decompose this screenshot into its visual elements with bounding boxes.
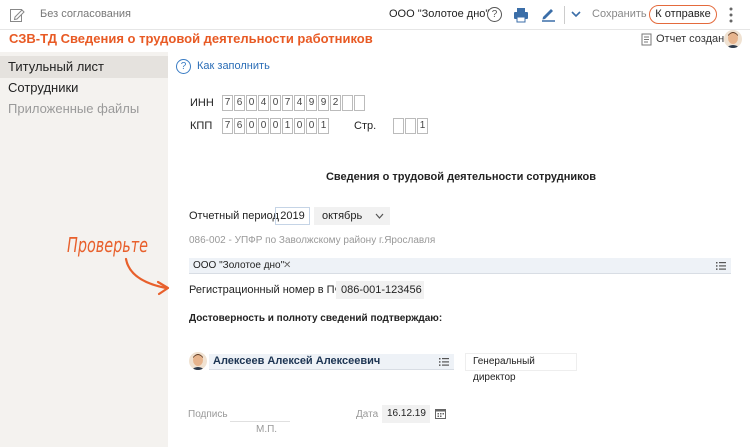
digit-cell[interactable] [405, 118, 416, 134]
period-month-select[interactable]: октябрь [314, 207, 390, 225]
list-menu-icon[interactable] [716, 262, 726, 270]
signature-icon[interactable] [540, 6, 556, 22]
digit-cell[interactable]: 0 [270, 118, 281, 134]
digit-cell[interactable]: 0 [246, 95, 257, 111]
date-input[interactable]: 16.12.19 [382, 405, 430, 423]
section-heading: Сведения о трудовой деятельности сотрудн… [325, 171, 596, 183]
edit-document-icon[interactable] [9, 7, 25, 23]
annotation-arrow [124, 257, 170, 296]
signer-avatar [189, 352, 207, 370]
chevron-down-icon[interactable] [570, 8, 582, 20]
more-options-icon[interactable] [729, 6, 733, 24]
kpp-label: КПП [190, 120, 213, 132]
digit-cell[interactable]: 0 [258, 118, 269, 134]
digit-cell[interactable]: 0 [246, 118, 257, 134]
how-to-fill-label: Как заполнить [197, 60, 270, 72]
digit-cell[interactable]: 0 [294, 118, 305, 134]
report-document-icon [641, 33, 652, 46]
digit-cell[interactable]: 7 [222, 95, 233, 111]
period-year-input[interactable]: 2019 [275, 207, 310, 225]
attestation-label: Достоверность и полноту сведений подтвер… [189, 313, 443, 324]
organization-field[interactable]: ООО "Золотое дно" ✕ [189, 258, 731, 274]
digit-cell[interactable]: 7 [222, 118, 233, 134]
period-month-value: октябрь [322, 210, 363, 222]
pfr-regnum-input[interactable]: 086-001-123456 [336, 281, 424, 299]
digit-cell[interactable]: 4 [258, 95, 269, 111]
digit-cell[interactable]: 1 [282, 118, 293, 134]
signature-label: Подпись [188, 409, 228, 420]
annotation-label: Проверьте [67, 233, 148, 257]
digit-cell[interactable] [354, 95, 365, 111]
chevron-down-icon [375, 213, 384, 219]
remove-organization-icon[interactable]: ✕ [283, 260, 291, 271]
digit-cell[interactable]: 1 [318, 118, 329, 134]
page-number-field[interactable]: 1 [393, 118, 429, 134]
digit-cell[interactable]: 9 [306, 95, 317, 111]
sidebar-item-attached-files[interactable]: Приложенные файлы [0, 98, 168, 120]
report-status: Отчет создан [656, 33, 725, 45]
user-avatar[interactable] [724, 30, 742, 48]
digit-cell[interactable]: 4 [294, 95, 305, 111]
list-menu-icon[interactable] [439, 358, 449, 366]
digit-cell[interactable] [393, 118, 404, 134]
signature-line [230, 421, 290, 422]
pfr-office[interactable]: 086-002 - УПФР по Заволжскому району г.Я… [189, 235, 435, 246]
form-content: ? Как заполнить ИНН 7604074992 КПП 76000… [168, 52, 750, 447]
digit-cell[interactable]: 1 [417, 118, 428, 134]
digit-cell[interactable]: 0 [306, 118, 317, 134]
page-number-label: Стр. [354, 120, 377, 132]
reporting-period-label: Отчетный период [189, 210, 279, 222]
help-icon[interactable]: ? [487, 7, 502, 22]
sidebar-item-employees[interactable]: Сотрудники [0, 77, 168, 99]
send-button[interactable]: К отправке [649, 5, 717, 24]
inn-field[interactable]: 7604074992 [222, 95, 366, 111]
approval-status: Без согласования [40, 8, 131, 20]
digit-cell[interactable]: 6 [234, 118, 245, 134]
kpp-field[interactable]: 760001001 [222, 118, 330, 134]
digit-cell[interactable]: 2 [330, 95, 341, 111]
top-toolbar: Без согласования ООО "Золотое дно" ? Сох… [0, 0, 750, 30]
digit-cell[interactable]: 9 [318, 95, 329, 111]
printer-icon[interactable] [513, 7, 529, 23]
stamp-label: М.П. [256, 424, 278, 435]
calendar-icon[interactable] [435, 408, 446, 419]
document-title-bar: СЗВ-ТД Сведения о трудовой деятельности … [0, 30, 750, 50]
digit-cell[interactable]: 0 [270, 95, 281, 111]
pfr-regnum-label: Регистрационный номер в ПФР [189, 284, 351, 296]
digit-cell[interactable]: 6 [234, 95, 245, 111]
save-button[interactable]: Сохранить [592, 8, 647, 20]
digit-cell[interactable] [342, 95, 353, 111]
signer-name: Алексеев Алексей Алексеевич [213, 355, 381, 367]
help-icon: ? [176, 59, 191, 74]
toolbar-divider [564, 6, 565, 24]
inn-label: ИНН [190, 97, 214, 109]
signer-position-input[interactable]: Генеральный директор [465, 353, 577, 383]
signer-field[interactable]: Алексеев Алексей Алексеевич [209, 354, 454, 370]
date-label: Дата [356, 409, 379, 420]
sidebar-item-title-page[interactable]: Титульный лист [0, 56, 168, 78]
digit-cell[interactable]: 7 [282, 95, 293, 111]
organization-name[interactable]: ООО "Золотое дно" [389, 8, 489, 20]
organization-tag: ООО "Золотое дно" [193, 260, 285, 271]
document-title: СЗВ-ТД Сведения о трудовой деятельности … [9, 31, 373, 46]
